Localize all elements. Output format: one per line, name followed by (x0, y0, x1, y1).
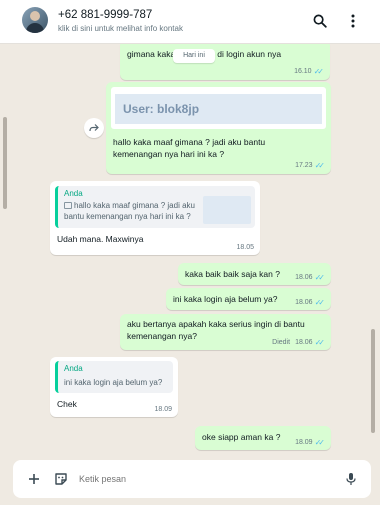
quote-author: Anda (64, 364, 83, 373)
message-incoming-reply[interactable]: Anda hallo kaka maaf gimana ? jadi aku b… (50, 181, 260, 255)
image-caption-text: User: blok8jp (123, 102, 200, 116)
quoted-message[interactable]: Anda ini kaka login aja belum ya? (55, 361, 173, 393)
quote-text-content: hallo kaka maaf gimana ? jadi aku bantu … (64, 201, 195, 221)
read-ticks-icon: ✓✓ (314, 298, 326, 307)
message-text: ini kaka login aja belum ya? (173, 294, 278, 304)
message-time: 18.05 (236, 244, 254, 251)
read-ticks-icon: ✓✓ (314, 438, 326, 447)
message-time: 16.10 (294, 68, 312, 75)
read-ticks-icon: ✓✓ (314, 273, 326, 282)
contact-name[interactable]: +62 881-9999-787 (58, 9, 152, 21)
message-list[interactable]: gimana kaka ??kenapa di login akun nya 1… (0, 44, 380, 460)
message-meta: Diedit 18.06 ✓✓ (272, 338, 325, 347)
message-meta: 18.06 ✓✓ (295, 298, 325, 307)
message-meta: 18.06 ✓✓ (295, 273, 325, 282)
message-text: Chek (57, 399, 77, 409)
message-outgoing[interactable]: kaka baik baik saja kan ? 18.06 ✓✓ (178, 263, 331, 285)
message-outgoing[interactable]: gimana kaka ??kenapa di login akun nya 1… (120, 44, 330, 80)
scrollbar[interactable] (371, 329, 375, 433)
plus-icon[interactable] (25, 470, 43, 488)
message-meta: 18.09 ✓✓ (295, 438, 325, 447)
read-ticks-icon: ✓✓ (314, 161, 326, 170)
search-icon[interactable] (311, 12, 329, 30)
message-time: 17.23 (295, 162, 313, 169)
photo-icon (64, 202, 72, 209)
read-ticks-icon: ✓✓ (314, 338, 326, 347)
contact-info-hint[interactable]: klik di sini untuk melihat info kontak (58, 24, 183, 33)
forward-icon[interactable] (84, 118, 104, 138)
sticker-icon[interactable] (52, 470, 70, 488)
message-meta: 18.09 (154, 406, 172, 413)
message-outgoing[interactable]: ini kaka login aja belum ya? 18.06 ✓✓ (166, 288, 331, 310)
message-meta: 16.10 ✓✓ (294, 67, 324, 76)
message-text: Udah mana. Maxwinya (57, 234, 144, 244)
message-meta: 17.23 ✓✓ (295, 161, 325, 170)
message-time: 18.09 (295, 439, 313, 446)
message-outgoing-edited[interactable]: aku bertanya apakah kaka serius ingin di… (120, 314, 331, 350)
message-time: 18.06 (295, 274, 313, 281)
date-separator: Hari ini (173, 49, 215, 63)
message-composer[interactable] (13, 460, 371, 498)
quoted-message[interactable]: Anda hallo kaka maaf gimana ? jadi aku b… (55, 186, 255, 228)
edited-label: Diedit (272, 339, 291, 346)
quote-text: hallo kaka maaf gimana ? jadi aku bantu … (64, 200, 214, 222)
scrollbar-left[interactable] (3, 117, 7, 209)
message-text: oke siapp aman ka ? (202, 432, 281, 442)
message-text: hallo kaka maaf gimana ? jadi aku bantu … (113, 137, 266, 159)
contact-avatar[interactable] (22, 7, 48, 33)
message-incoming-reply[interactable]: Anda ini kaka login aja belum ya? Chek 1… (50, 357, 178, 417)
message-outgoing-with-image[interactable]: User: blok8jp hallo kaka maaf gimana ? j… (106, 82, 331, 174)
message-time: 18.09 (154, 406, 172, 413)
message-text: kaka baik baik saja kan ? (185, 269, 280, 279)
read-ticks-icon: ✓✓ (313, 67, 325, 76)
quote-text: ini kaka login aja belum ya? (64, 378, 163, 387)
chat-header[interactable]: +62 881-9999-787 klik di sini untuk meli… (0, 0, 380, 44)
message-input[interactable] (79, 471, 319, 487)
message-outgoing[interactable]: oke siapp aman ka ? 18.09 ✓✓ (195, 426, 331, 450)
mic-icon[interactable] (342, 470, 360, 488)
image-preview[interactable]: User: blok8jp (111, 87, 326, 129)
message-meta: 18.05 (236, 244, 254, 251)
quote-author: Anda (64, 189, 83, 198)
message-time: 18.06 (295, 299, 313, 306)
menu-icon[interactable] (344, 12, 362, 30)
message-time: 18.06 (295, 339, 313, 346)
